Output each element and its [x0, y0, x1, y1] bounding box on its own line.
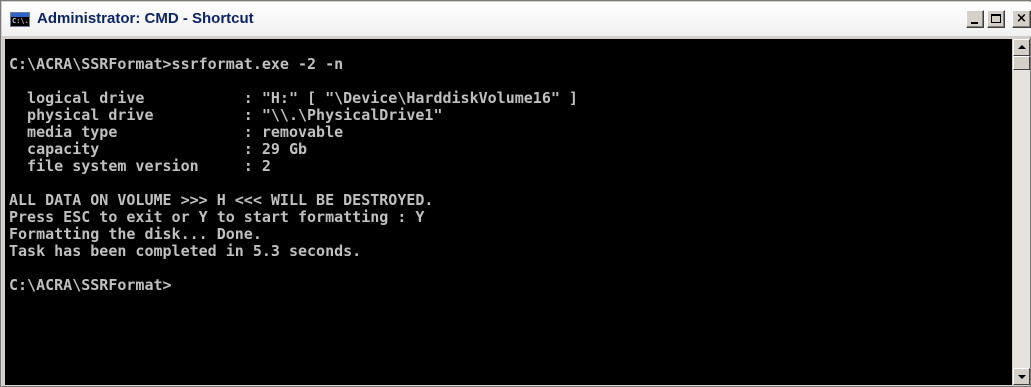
console-line: C:\ACRA\SSRFormat>	[9, 276, 172, 294]
console-line: C:\ACRA\SSRFormat>ssrformat.exe -2 -n	[9, 55, 344, 73]
console-line: ALL DATA ON VOLUME >>> H <<< WILL BE DES…	[9, 191, 434, 209]
vertical-scrollbar[interactable]	[1013, 39, 1030, 385]
minimize-icon	[971, 22, 978, 24]
maximize-button[interactable]	[987, 10, 1005, 28]
window-title: Administrator: CMD - Shortcut	[37, 10, 254, 27]
console-text: C:\ACRA\SSRFormat>ssrformat.exe -2 -n lo…	[9, 56, 578, 294]
cmd-window: C:\. Administrator: CMD - Shortcut × C:\…	[0, 0, 1031, 387]
cmd-console-icon[interactable]: C:\.	[10, 12, 30, 27]
console-line: physical drive : "\\.\PhysicalDrive1"	[9, 106, 443, 124]
title-bar[interactable]: C:\. Administrator: CMD - Shortcut ×	[2, 2, 1031, 37]
scroll-down-button[interactable]	[1013, 368, 1030, 385]
close-icon: ×	[1016, 11, 1027, 26]
console-line: capacity : 29 Gb	[9, 140, 308, 158]
console-line: logical drive : "H:" [ "\Device\Harddisk…	[9, 89, 578, 107]
console-line: Task has been completed in 5.3 seconds.	[9, 242, 362, 260]
scroll-up-button[interactable]	[1013, 39, 1030, 56]
console-line: Formatting the disk... Done.	[9, 225, 262, 243]
scroll-thumb[interactable]	[1013, 56, 1030, 70]
console-line: Press ESC to exit or Y to start formatti…	[9, 208, 425, 226]
arrow-up-icon	[1018, 45, 1026, 49]
minimize-button[interactable]	[966, 10, 984, 28]
console-line: media type : removable	[9, 123, 344, 141]
icon-label: C:\.	[12, 17, 29, 25]
arrow-down-icon	[1018, 375, 1026, 379]
close-button[interactable]: ×	[1012, 10, 1031, 28]
maximize-icon	[991, 14, 1001, 23]
console-output[interactable]: C:\ACRA\SSRFormat>ssrformat.exe -2 -n lo…	[5, 39, 1012, 385]
console-line: file system version : 2	[9, 157, 271, 175]
